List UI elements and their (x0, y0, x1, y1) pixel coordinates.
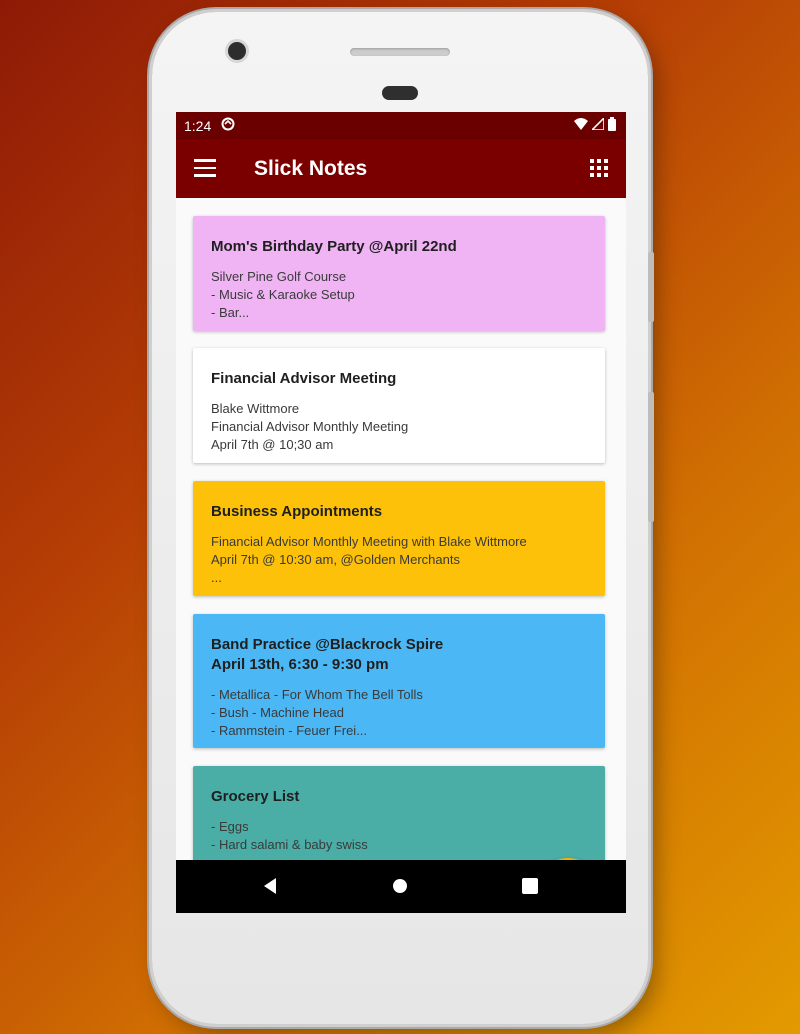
sync-icon (221, 117, 235, 135)
note-title: Financial Advisor Meeting (211, 370, 397, 387)
note-body: Silver Pine Golf Course - Music & Karaok… (211, 269, 355, 320)
note-title: Band Practice @Blackrock Spire (211, 636, 444, 653)
note-body: - Eggs - Hard salami & baby swiss (211, 819, 368, 852)
power-button (648, 392, 654, 522)
note-body: - Metallica - For Whom The Bell Tolls - … (211, 687, 423, 738)
battery-icon (608, 117, 616, 131)
status-time: 1:24 (184, 117, 212, 134)
volume-button (648, 252, 654, 322)
signal-icon (592, 118, 604, 130)
note-body: Blake Wittmore Financial Advisor Monthly… (211, 401, 409, 452)
proximity-sensor (382, 86, 418, 100)
note-title: Business Appointments (211, 503, 383, 520)
phone-screen: 1:24 Slick Notes Mom's Birthday Party @A… (176, 112, 626, 913)
recents-square-icon[interactable] (520, 874, 540, 898)
note-card[interactable]: Business Appointments Financial Advisor … (193, 481, 605, 596)
app-title: Slick Notes (254, 157, 368, 180)
note-card[interactable]: Grocery List - Eggs - Hard salami & baby… (193, 766, 605, 860)
phone-frame: 1:24 Slick Notes Mom's Birthday Party @A… (152, 12, 654, 1024)
hamburger-menu-icon[interactable] (194, 159, 216, 177)
note-subtitle: April 13th, 6:30 - 9:30 pm (211, 656, 389, 673)
grid-view-icon[interactable] (590, 159, 608, 177)
earpiece-speaker (350, 48, 450, 56)
note-card[interactable]: Mom's Birthday Party @April 22nd Silver … (193, 216, 605, 331)
wifi-icon (574, 118, 588, 130)
note-body: Financial Advisor Monthly Meeting with B… (211, 534, 527, 585)
status-bar: 1:24 (176, 112, 626, 139)
home-circle-icon[interactable] (390, 874, 410, 898)
notes-list: Mom's Birthday Party @April 22nd Silver … (176, 198, 626, 860)
back-triangle-icon[interactable] (260, 874, 280, 898)
front-camera (228, 42, 246, 60)
note-title: Grocery List (211, 788, 300, 805)
note-card[interactable]: Financial Advisor Meeting Blake Wittmore… (193, 348, 605, 463)
note-card[interactable]: Band Practice @Blackrock Spire April 13t… (193, 614, 605, 748)
note-title: Mom's Birthday Party @April 22nd (211, 238, 457, 255)
status-icons (574, 117, 616, 131)
app-bar: Slick Notes (176, 139, 626, 198)
navigation-bar (176, 860, 626, 913)
